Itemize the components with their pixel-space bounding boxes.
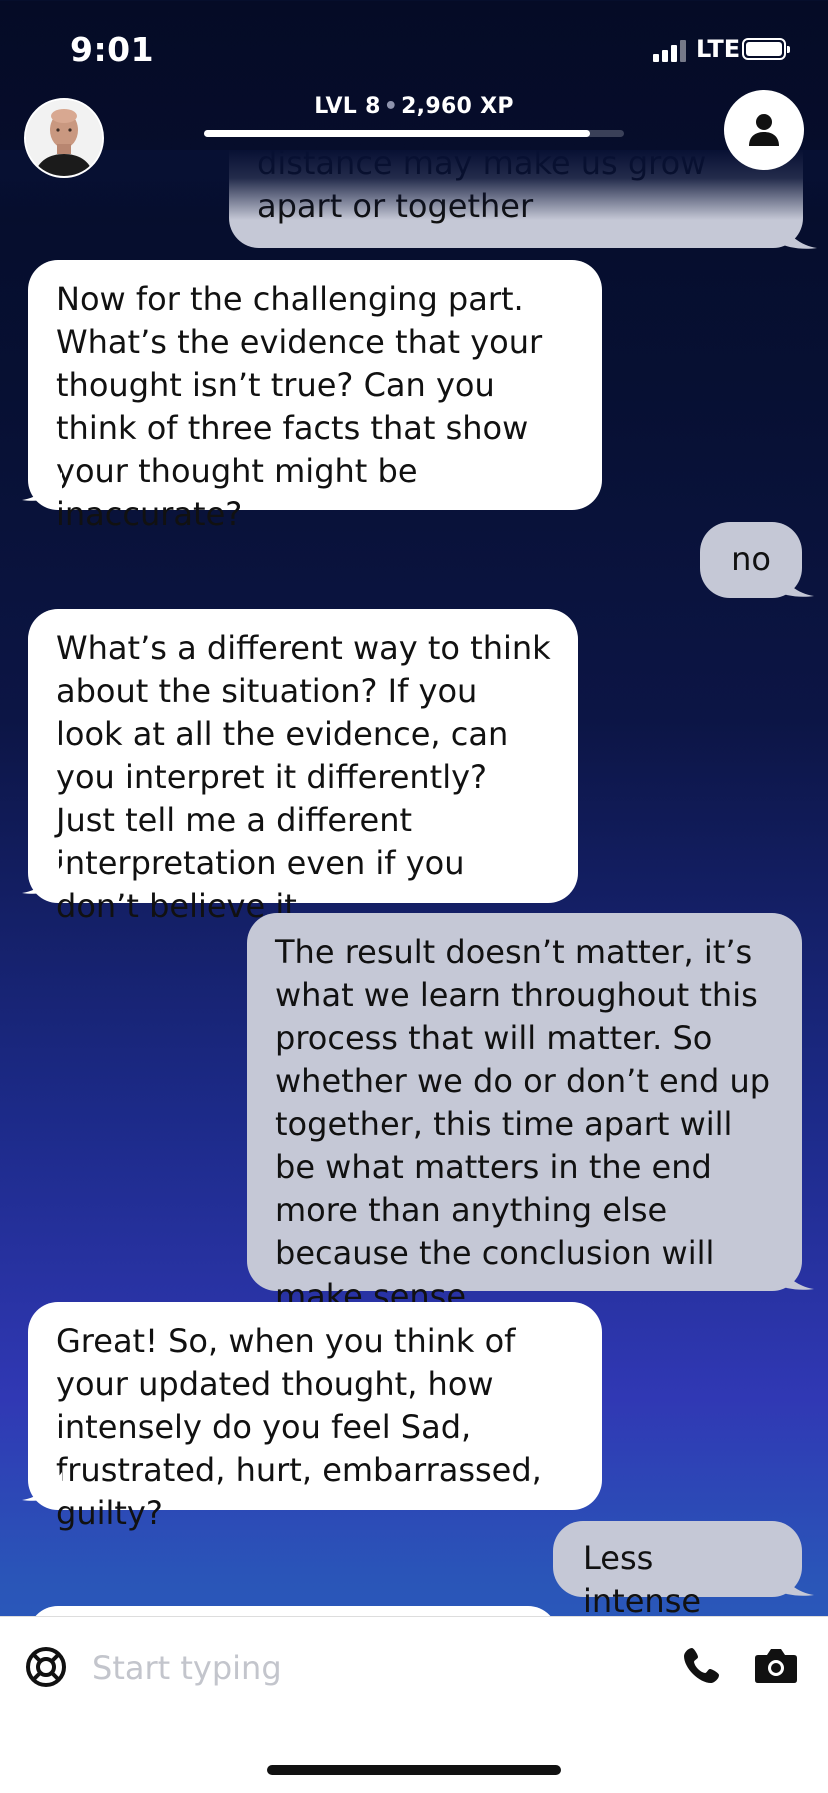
phone-icon[interactable] [682, 1645, 722, 1685]
coach-avatar[interactable] [24, 98, 104, 178]
status-bar: 9:01 LTE [0, 0, 828, 100]
bot-message-partial [28, 1606, 558, 1616]
home-indicator [267, 1765, 561, 1775]
camera-icon[interactable] [754, 1645, 798, 1685]
bubble-tail [774, 1567, 814, 1596]
xp-progress-fill [204, 130, 591, 137]
person-icon [749, 114, 779, 146]
bubble-tail [777, 220, 817, 249]
bot-message: Great! So, when you think of your update… [28, 1302, 602, 1532]
level-indicator: LVL 8 • 2,960 XP [204, 94, 624, 119]
bot-message: Now for the challenging part. What’s the… [28, 260, 602, 533]
battery-icon [742, 38, 790, 60]
composer-bar [0, 1616, 828, 1793]
bubble-tail [774, 1261, 814, 1290]
profile-button[interactable] [724, 90, 804, 170]
bubble-tail [22, 472, 62, 501]
signal-icon [653, 38, 687, 62]
help-lifebuoy-icon[interactable] [24, 1645, 68, 1689]
user-message: distance may make us grow apart or toget… [229, 150, 817, 249]
xp-label: 2,960 XP [401, 94, 514, 119]
bot-message: What’s a different way to think about th… [28, 609, 578, 925]
separator-dot: • [383, 94, 399, 119]
bubble-tail [22, 1472, 62, 1501]
status-time: 9:01 [70, 30, 155, 69]
chat-thread[interactable]: distance may make us grow apart or toget… [0, 150, 828, 1616]
network-type: LTE [696, 35, 741, 63]
avatar-portrait-icon [26, 100, 102, 176]
bubble-tail [774, 568, 814, 597]
bubble-tail [22, 865, 62, 894]
message-line: distance may make us grow [257, 150, 707, 182]
message-line: apart or together [257, 187, 534, 225]
level-label: LVL 8 [314, 94, 381, 119]
user-message: The result doesn’t matter, it’s what we … [247, 913, 802, 1315]
message-input[interactable] [90, 1643, 654, 1693]
user-message: Less intense [553, 1521, 802, 1616]
xp-progress-bar [204, 130, 624, 137]
